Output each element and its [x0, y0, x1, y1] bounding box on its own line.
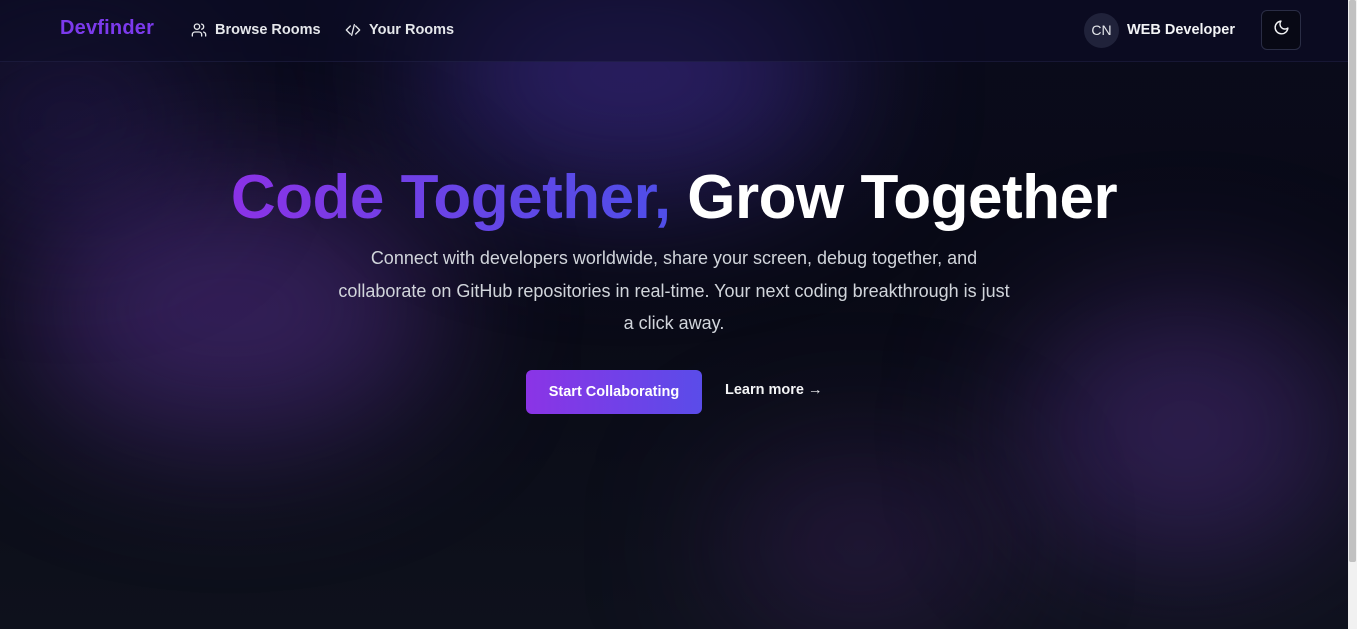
users-icon: [191, 22, 207, 38]
code-icon: [345, 22, 361, 38]
avatar: CN: [1084, 12, 1119, 48]
moon-icon: [1273, 19, 1290, 41]
hero-title-gradient: Code Together,: [230, 163, 671, 232]
hero-title-plain: Grow Together: [687, 163, 1118, 232]
nav-browse-rooms[interactable]: Browse Rooms: [191, 20, 321, 40]
hero-section: Code Together, Grow Together Connect wit…: [0, 0, 1348, 629]
scrollbar-thumb[interactable]: [1349, 0, 1356, 562]
hero-subtitle: Connect with developers worldwide, share…: [338, 248, 1010, 333]
nav-browse-rooms-label: Browse Rooms: [215, 22, 321, 38]
learn-more-link[interactable]: Learn more →: [725, 382, 822, 398]
nav-your-rooms[interactable]: Your Rooms: [345, 20, 454, 40]
page: Devfinder Browse Rooms Your Rooms CN WEB…: [0, 0, 1357, 629]
learn-more-label: Learn more: [725, 382, 804, 398]
top-navbar: Devfinder Browse Rooms Your Rooms CN WEB…: [0, 0, 1348, 62]
user-menu[interactable]: CN WEB Developer: [1084, 12, 1235, 48]
start-collaborating-button[interactable]: Start Collaborating: [526, 370, 702, 414]
user-name: WEB Developer: [1127, 22, 1235, 38]
theme-toggle-button[interactable]: [1261, 10, 1301, 50]
brand-logo[interactable]: Devfinder: [60, 17, 154, 40]
arrow-right-icon: →: [807, 382, 823, 398]
vertical-scrollbar[interactable]: [1348, 0, 1357, 629]
hero-title: Code Together, Grow Together: [0, 162, 1348, 234]
nav-your-rooms-label: Your Rooms: [369, 22, 455, 38]
